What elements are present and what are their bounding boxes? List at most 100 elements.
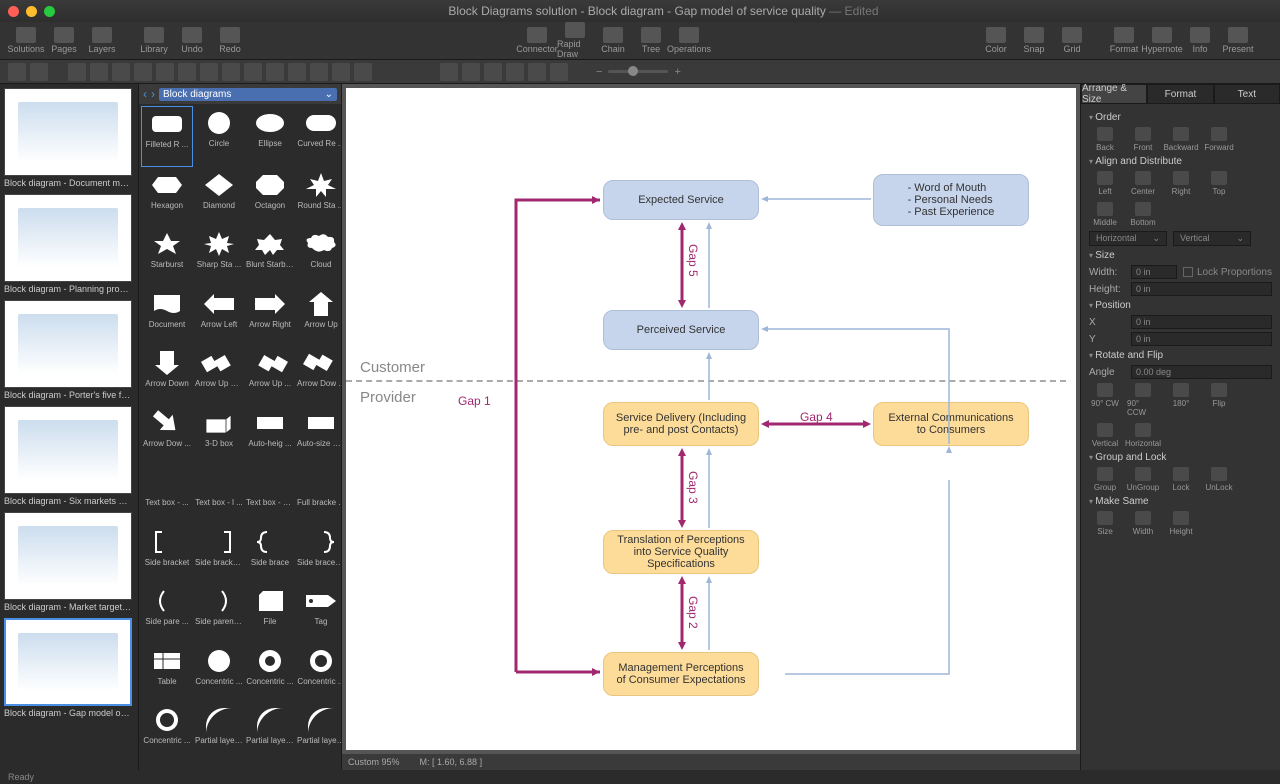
section-position[interactable]: Position	[1089, 300, 1272, 311]
distribute-vertical[interactable]: Vertical⌄	[1173, 231, 1251, 246]
pages-button[interactable]: Pages	[46, 27, 82, 54]
block-perceived[interactable]: Perceived Service	[603, 310, 759, 350]
tab-text[interactable]: Text	[1214, 84, 1280, 104]
thumb-1[interactable]: Block diagram - Planning process	[4, 194, 134, 294]
shape-curved-re-[interactable]: Curved Re ...	[296, 106, 341, 167]
shape-partial-layer-1[interactable]: Partial layer 1	[194, 703, 244, 762]
shape-arrow-up-[interactable]: Arrow Up ...	[245, 346, 295, 405]
measure-2[interactable]	[506, 63, 524, 81]
shape-arrow-dow-[interactable]: Arrow Dow ...	[296, 346, 341, 405]
brush-tool[interactable]	[244, 63, 262, 81]
format-button[interactable]: Format	[1106, 27, 1142, 54]
top-button[interactable]: Top	[1203, 171, 1235, 196]
shape-text-box-[interactable]: Text box - ...	[141, 465, 193, 524]
thumb-4[interactable]: Block diagram - Market targeting	[4, 512, 134, 612]
backward-button[interactable]: Backward	[1165, 127, 1197, 152]
zoom-out-icon[interactable]: −	[596, 66, 602, 78]
shape-side-pare-[interactable]: Side pare ...	[141, 584, 193, 643]
height-input[interactable]: 0 in	[1131, 282, 1272, 296]
shape-arrow-dow-[interactable]: Arrow Dow ...	[141, 406, 193, 465]
shape-text-box-p-[interactable]: Text box - p ...	[245, 465, 295, 524]
width-input[interactable]: 0 in	[1131, 265, 1177, 279]
ellipse-tool[interactable]	[90, 63, 108, 81]
canvas[interactable]: Customer Provider Gap 1 Gap 5 Gap 4 Gap …	[346, 88, 1076, 750]
lock-proportions[interactable]: Lock Proportions	[1183, 267, 1272, 278]
unlock-button[interactable]: UnLock	[1203, 467, 1235, 492]
hypernote-button[interactable]: Hypernote	[1144, 27, 1180, 54]
shape-3-d-box[interactable]: 3-D box	[194, 406, 244, 465]
shape-filleted-r-[interactable]: Filleted R ...	[141, 106, 193, 167]
line3-tool[interactable]	[200, 63, 218, 81]
back-button[interactable]: Back	[1089, 127, 1121, 152]
tab-format[interactable]: Format	[1147, 84, 1213, 104]
shape-sharp-sta-[interactable]: Sharp Sta ...	[194, 227, 244, 286]
block-delivery[interactable]: Service Delivery (Including pre- and pos…	[603, 402, 759, 446]
section-size[interactable]: Size	[1089, 250, 1272, 261]
eyedrop-tool[interactable]	[288, 63, 306, 81]
height-button[interactable]: Height	[1165, 511, 1197, 536]
minimize-window[interactable]	[26, 6, 37, 17]
section-align[interactable]: Align and Distribute	[1089, 156, 1272, 167]
shape-partial-layer-2[interactable]: Partial layer 2	[245, 703, 295, 762]
distribute-horizontal[interactable]: Horizontal⌄	[1089, 231, 1167, 246]
shape-hexagon[interactable]: Hexagon	[141, 168, 193, 227]
pointer-tool[interactable]	[8, 63, 26, 81]
middle-button[interactable]: Middle	[1089, 202, 1121, 227]
pen-tool[interactable]	[134, 63, 152, 81]
90-ccw-button[interactable]: 90° CCW	[1127, 383, 1159, 417]
fill-tool[interactable]	[266, 63, 284, 81]
thumb-2[interactable]: Block diagram - Porter's five forces mod…	[4, 300, 134, 400]
vertical-button[interactable]: Vertical	[1089, 423, 1121, 448]
library-selector[interactable]: Block diagrams⌄	[159, 88, 337, 101]
shape-starburst[interactable]: Starburst	[141, 227, 193, 286]
text-tool[interactable]	[112, 63, 130, 81]
operations-button[interactable]: Operations	[671, 22, 707, 59]
shape-side-parenth-[interactable]: Side parenth ...	[194, 584, 244, 643]
shape-concentric-[interactable]: Concentric ...	[245, 644, 295, 703]
line-tool[interactable]	[156, 63, 174, 81]
chain-button[interactable]: Chain	[595, 22, 631, 59]
shape-arrow-right[interactable]: Arrow Right	[245, 287, 295, 346]
bottom-button[interactable]: Bottom	[1127, 202, 1159, 227]
shape-auto-heig-[interactable]: Auto-heig ...	[245, 406, 295, 465]
shape-arrow-left[interactable]: Arrow Left	[194, 287, 244, 346]
crop-tool[interactable]	[550, 63, 568, 81]
block-translation[interactable]: Translation of Perceptions into Service …	[603, 530, 759, 574]
shape-ellipse[interactable]: Ellipse	[245, 106, 295, 167]
measure-1[interactable]	[484, 63, 502, 81]
shape-side-brace-[interactable]: Side brace - ...	[296, 525, 341, 584]
zoom-tool[interactable]	[440, 63, 458, 81]
lib-back-icon[interactable]: ‹	[143, 87, 147, 101]
forward-button[interactable]: Forward	[1203, 127, 1235, 152]
line2-tool[interactable]	[178, 63, 196, 81]
thumb-0[interactable]: Block diagram - Document management...	[4, 88, 134, 188]
shape-diamond[interactable]: Diamond	[194, 168, 244, 227]
present-button[interactable]: Present	[1220, 27, 1256, 54]
shape-text-box-l-[interactable]: Text box - l ...	[194, 465, 244, 524]
rapid draw-button[interactable]: Rapid Draw	[557, 22, 593, 59]
curve-tool[interactable]	[222, 63, 240, 81]
shape-file[interactable]: File	[245, 584, 295, 643]
shape-octagon[interactable]: Octagon	[245, 168, 295, 227]
grid-button[interactable]: Grid	[1054, 27, 1090, 54]
shape-cloud[interactable]: Cloud	[296, 227, 341, 286]
right-button[interactable]: Right	[1165, 171, 1197, 196]
tab-arrange[interactable]: Arrange & Size	[1081, 84, 1147, 104]
shape-concentric-[interactable]: Concentric ...	[296, 644, 341, 703]
block-expected[interactable]: Expected Service	[603, 180, 759, 220]
redo-button[interactable]: Redo	[212, 27, 248, 54]
snap-button[interactable]: Snap	[1016, 27, 1052, 54]
shape-side-brace[interactable]: Side brace	[245, 525, 295, 584]
erase-tool[interactable]	[310, 63, 328, 81]
shape-arrow-up-left[interactable]: Arrow Up Left	[194, 346, 244, 405]
lib-fwd-icon[interactable]: ›	[151, 87, 155, 101]
tree-button[interactable]: Tree	[633, 22, 669, 59]
90-cw-button[interactable]: 90° CW	[1089, 383, 1121, 417]
front-button[interactable]: Front	[1127, 127, 1159, 152]
shape-partial-layer-3[interactable]: Partial layer 3	[296, 703, 341, 762]
horizontal-button[interactable]: Horizontal	[1127, 423, 1159, 448]
x-input[interactable]: 0 in	[1131, 315, 1272, 329]
shape-arrow-down[interactable]: Arrow Down	[141, 346, 193, 405]
shape-auto-size-box[interactable]: Auto-size box	[296, 406, 341, 465]
info-button[interactable]: Info	[1182, 27, 1218, 54]
